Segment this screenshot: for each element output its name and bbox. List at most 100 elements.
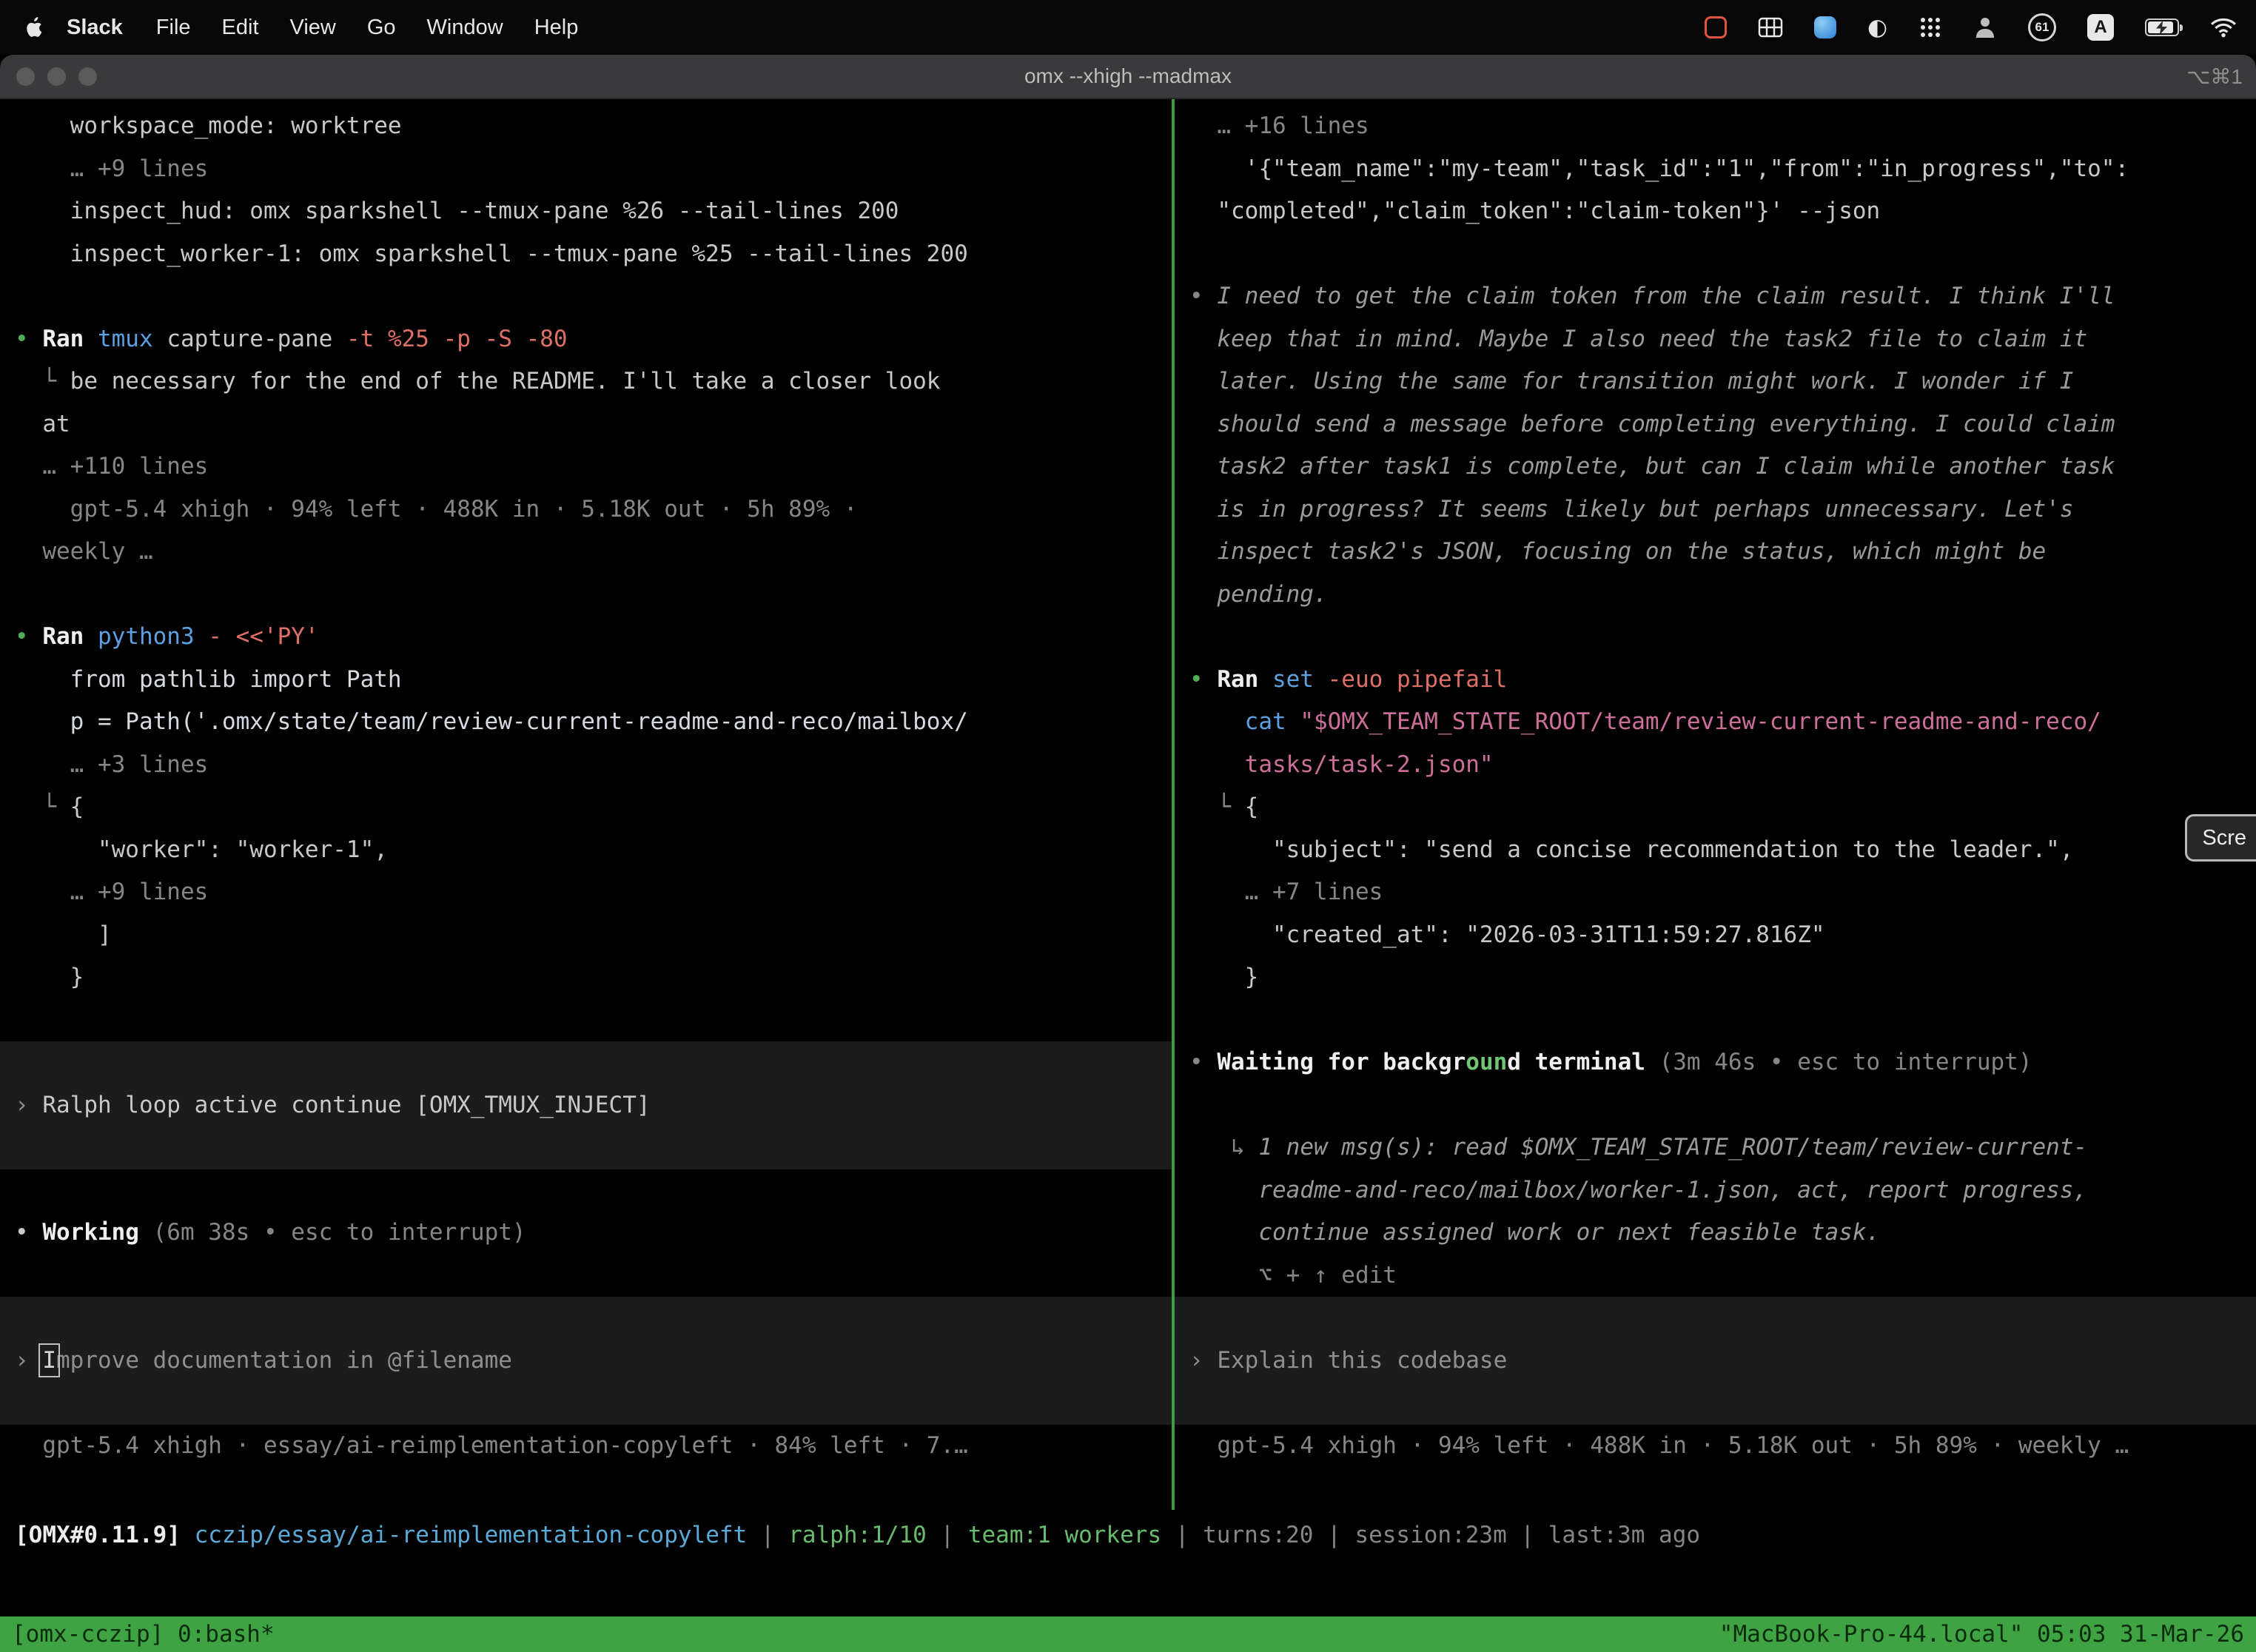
text-segment: "subject": "send a concise recommendatio… <box>1189 836 2073 863</box>
composer-input-line[interactable]: › Improve documentation in @filename <box>0 1340 1172 1383</box>
text-segment: mprove documentation in @filename <box>56 1347 512 1374</box>
text-segment: session:23m <box>1354 1522 1506 1548</box>
menu-item-window[interactable]: Window <box>412 16 519 40</box>
terminal-line: └ { <box>0 786 1172 829</box>
text-segment: Waiting for backgr <box>1217 1049 1466 1075</box>
terminal-line: … +9 lines <box>0 871 1172 914</box>
text-segment: Ran <box>42 623 98 650</box>
terminal-line: • I need to get the claim token from the… <box>1175 275 2256 318</box>
terminal-line: "completed","claim_token":"claim-token"}… <box>1175 190 2256 233</box>
text-segment: - <<'PY' <box>208 623 318 650</box>
omx-status-line: [OMX#0.11.9] cczip/essay/ai-reimplementa… <box>0 1514 2256 1557</box>
terminal-line <box>1175 233 2256 276</box>
terminal-line <box>0 1382 1172 1425</box>
text-segment <box>1189 708 1245 735</box>
terminal-line <box>0 275 1172 318</box>
text-segment: Explain this codebase <box>1217 1347 1507 1374</box>
terminal-pane-right[interactable]: … +16 lines '{"team_name":"my-team","tas… <box>1175 99 2256 1467</box>
terminal-line: continue assigned work or next feasible … <box>1175 1212 2256 1255</box>
screen-recording-icon[interactable] <box>1705 16 1727 38</box>
text-segment: cat <box>1245 708 1300 735</box>
text-segment: | <box>1313 1522 1354 1548</box>
text-segment: p = Path('.omx/state/team/review-current… <box>15 708 968 735</box>
terminal-line: weekly … <box>0 531 1172 574</box>
terminal-line: readme-and-reco/mailbox/worker-1.json, a… <box>1175 1169 2256 1212</box>
menu-item-help[interactable]: Help <box>519 16 594 40</box>
menu-item-edit[interactable]: Edit <box>207 16 275 40</box>
text-segment: Working <box>42 1219 152 1246</box>
text-segment: • <box>1189 666 1217 693</box>
person-icon[interactable] <box>1973 16 1997 39</box>
composer-input-line[interactable]: › Explain this codebase <box>1175 1340 2256 1383</box>
terminal-pane-left[interactable]: workspace_mode: worktree … +9 lines insp… <box>0 99 1172 1467</box>
window-shortcut: ⌥⌘1 <box>2186 64 2243 89</box>
menu-item-view[interactable]: View <box>275 16 352 40</box>
menu-item-go[interactable]: Go <box>352 16 412 40</box>
input-source-icon[interactable]: A <box>2087 14 2114 41</box>
wifi-icon[interactable] <box>2210 17 2237 38</box>
text-segment: inspect_hud: omx sparkshell --tmux-pane … <box>15 198 899 224</box>
text-segment: › <box>15 1347 42 1374</box>
text-segment: oun <box>1466 1049 1507 1075</box>
terminal-line: └ { <box>1175 786 2256 829</box>
text-segment: continue assigned work or next feasible … <box>1189 1219 1880 1246</box>
text-segment: workspace_mode: worktree <box>15 113 402 139</box>
text-segment: keep that in mind. Maybe I also need the… <box>1189 326 2087 352</box>
terminal-line: ] <box>0 914 1172 957</box>
terminal-line: ↳ 1 new msg(s): read $OMX_TEAM_STATE_ROO… <box>1175 1126 2256 1169</box>
tmux-status-bar: [omx-cczip] 0:bash* "MacBook-Pro-44.loca… <box>0 1616 2256 1652</box>
menu-item-slack[interactable]: Slack <box>49 16 141 40</box>
text-segment: | <box>747 1522 788 1548</box>
omx-status-text: [OMX#0.11.9] cczip/essay/ai-reimplementa… <box>0 1514 2256 1557</box>
text-segment: from pathlib import Path <box>15 666 402 693</box>
gauge-61-icon[interactable]: 61 <box>2028 13 2056 41</box>
text-segment: … +110 lines <box>15 453 208 480</box>
terminal-line: task2 after task1 is complete, but can I… <box>1175 446 2256 488</box>
window-titlebar: omx --xhigh --madmax ⌥⌘1 <box>0 55 2256 99</box>
inject-input-line[interactable]: › Ralph loop active continue [OMX_TMUX_I… <box>0 1084 1172 1127</box>
text-segment: gpt-5.4 xhigh · 94% left · 488K in · 5.1… <box>15 496 857 523</box>
terminal-line: … +3 lines <box>0 744 1172 787</box>
text-segment: capture-pane <box>167 326 346 352</box>
pane-left-lines: workspace_mode: worktree … +9 lines insp… <box>0 105 1172 1467</box>
text-segment: '{"team_name":"my-team","task_id":"1","f… <box>1189 155 2129 182</box>
dots-grid-icon[interactable] <box>1918 16 1942 39</box>
close-button[interactable] <box>16 67 35 86</box>
battery-nub <box>2180 24 2183 31</box>
terminal-line: inspect_hud: omx sparkshell --tmux-pane … <box>0 190 1172 233</box>
zoom-button[interactable] <box>78 67 97 86</box>
terminal-line: "worker": "worker-1", <box>0 829 1172 872</box>
terminal-line <box>0 574 1172 617</box>
menu-item-file[interactable]: File <box>141 16 207 40</box>
terminal-line: inspect task2's JSON, focusing on the st… <box>1175 531 2256 574</box>
terminal-line <box>1175 616 2256 659</box>
text-segment: tasks/task-2.json" <box>1245 751 1494 778</box>
battery-icon[interactable] <box>2145 19 2179 36</box>
terminal-line: • Working (6m 38s • esc to interrupt) <box>0 1212 1172 1255</box>
text-segment: -euo pipefail <box>1328 666 1508 693</box>
text-segment: pending. <box>1189 581 1328 608</box>
text-segment: … +9 lines <box>15 879 208 905</box>
text-segment: inspect task2's JSON, focusing on the st… <box>1189 538 2046 565</box>
terminal-line: should send a message before completing … <box>1175 403 2256 446</box>
text-segment: "created_at": "2026-03-31T11:59:27.816Z" <box>1189 921 1825 948</box>
text-segment: { <box>1245 793 1259 820</box>
blue-app-icon[interactable] <box>1814 16 1836 38</box>
terminal-line: "created_at": "2026-03-31T11:59:27.816Z" <box>1175 914 2256 957</box>
contrast-icon[interactable]: ◐ <box>1867 16 1887 38</box>
apple-icon[interactable] <box>24 16 43 38</box>
text-segment: └ <box>1189 793 1245 820</box>
menu-bar: Slack File Edit View Go Window Help ◐ 6 <box>0 0 2256 55</box>
text-segment: d terminal <box>1507 1049 1659 1075</box>
terminal-line: • Ran set -euo pipefail <box>1175 659 2256 702</box>
text-segment: • <box>1189 1049 1217 1075</box>
window-controls <box>16 67 97 86</box>
text-segment: } <box>15 964 84 990</box>
grid-icon[interactable] <box>1758 17 1783 38</box>
minimize-button[interactable] <box>47 67 66 86</box>
text-segment: gpt-5.4 xhigh · 94% left · 488K in · 5.1… <box>1189 1432 2129 1459</box>
terminal: workspace_mode: worktree … +9 lines insp… <box>0 99 2256 1652</box>
text-segment: ralph:1/10 <box>788 1522 927 1548</box>
text-segment: | <box>927 1522 968 1548</box>
menu-left-group: Slack File Edit View Go Window Help <box>19 16 594 40</box>
